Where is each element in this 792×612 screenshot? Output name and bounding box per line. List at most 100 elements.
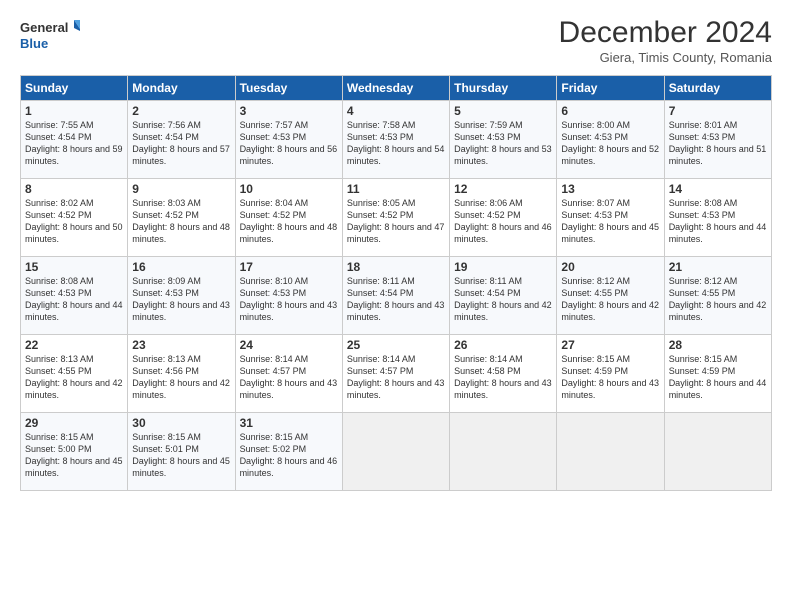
sunrise-label: Sunrise: 8:12 AM [669,276,738,286]
sunrise-label: Sunrise: 8:14 AM [347,354,416,364]
day-info: Sunrise: 8:02 AM Sunset: 4:52 PM Dayligh… [25,197,123,246]
calendar-week-row: 15 Sunrise: 8:08 AM Sunset: 4:53 PM Dayl… [21,257,772,335]
table-row: 11 Sunrise: 8:05 AM Sunset: 4:52 PM Dayl… [342,179,449,257]
day-number: 22 [25,338,123,352]
sunrise-label: Sunrise: 8:07 AM [561,198,630,208]
day-number: 3 [240,104,338,118]
sunrise-label: Sunrise: 7:59 AM [454,120,523,130]
logo-svg: General Blue [20,16,80,54]
day-info: Sunrise: 8:01 AM Sunset: 4:53 PM Dayligh… [669,119,767,168]
table-row: 29 Sunrise: 8:15 AM Sunset: 5:00 PM Dayl… [21,413,128,491]
sunset-label: Sunset: 4:52 PM [132,210,199,220]
sunrise-label: Sunrise: 8:08 AM [669,198,738,208]
day-info: Sunrise: 8:15 AM Sunset: 5:01 PM Dayligh… [132,431,230,480]
day-info: Sunrise: 8:08 AM Sunset: 4:53 PM Dayligh… [25,275,123,324]
day-info: Sunrise: 7:56 AM Sunset: 4:54 PM Dayligh… [132,119,230,168]
table-row: 5 Sunrise: 7:59 AM Sunset: 4:53 PM Dayli… [450,101,557,179]
day-info: Sunrise: 8:12 AM Sunset: 4:55 PM Dayligh… [669,275,767,324]
day-info: Sunrise: 8:15 AM Sunset: 5:02 PM Dayligh… [240,431,338,480]
sunset-label: Sunset: 4:53 PM [669,132,736,142]
table-row: 31 Sunrise: 8:15 AM Sunset: 5:02 PM Dayl… [235,413,342,491]
sunrise-label: Sunrise: 7:56 AM [132,120,201,130]
month-title: December 2024 [559,16,772,50]
page: General Blue December 2024 Giera, Timis … [0,0,792,612]
day-info: Sunrise: 7:55 AM Sunset: 4:54 PM Dayligh… [25,119,123,168]
day-info: Sunrise: 8:08 AM Sunset: 4:53 PM Dayligh… [669,197,767,246]
day-number: 27 [561,338,659,352]
sunset-label: Sunset: 5:02 PM [240,444,307,454]
day-number: 13 [561,182,659,196]
daylight-label: Daylight: 8 hours and 51 minutes. [669,144,767,166]
daylight-label: Daylight: 8 hours and 43 minutes. [240,378,338,400]
sunset-label: Sunset: 5:01 PM [132,444,199,454]
day-info: Sunrise: 8:06 AM Sunset: 4:52 PM Dayligh… [454,197,552,246]
day-info: Sunrise: 8:04 AM Sunset: 4:52 PM Dayligh… [240,197,338,246]
sunset-label: Sunset: 4:55 PM [669,288,736,298]
table-row: 26 Sunrise: 8:14 AM Sunset: 4:58 PM Dayl… [450,335,557,413]
daylight-label: Daylight: 8 hours and 42 minutes. [669,300,767,322]
sunset-label: Sunset: 4:52 PM [454,210,521,220]
table-row: 7 Sunrise: 8:01 AM Sunset: 4:53 PM Dayli… [664,101,771,179]
table-row: 16 Sunrise: 8:09 AM Sunset: 4:53 PM Dayl… [128,257,235,335]
day-info: Sunrise: 7:58 AM Sunset: 4:53 PM Dayligh… [347,119,445,168]
day-info: Sunrise: 8:09 AM Sunset: 4:53 PM Dayligh… [132,275,230,324]
table-row: 19 Sunrise: 8:11 AM Sunset: 4:54 PM Dayl… [450,257,557,335]
day-number: 5 [454,104,552,118]
sunrise-label: Sunrise: 8:06 AM [454,198,523,208]
sunset-label: Sunset: 4:58 PM [454,366,521,376]
table-row: 14 Sunrise: 8:08 AM Sunset: 4:53 PM Dayl… [664,179,771,257]
day-info: Sunrise: 8:00 AM Sunset: 4:53 PM Dayligh… [561,119,659,168]
day-number: 15 [25,260,123,274]
day-number: 17 [240,260,338,274]
day-number: 26 [454,338,552,352]
daylight-label: Daylight: 8 hours and 42 minutes. [25,378,123,400]
col-thursday: Thursday [450,76,557,101]
table-row [450,413,557,491]
table-row: 1 Sunrise: 7:55 AM Sunset: 4:54 PM Dayli… [21,101,128,179]
day-info: Sunrise: 7:59 AM Sunset: 4:53 PM Dayligh… [454,119,552,168]
daylight-label: Daylight: 8 hours and 42 minutes. [454,300,552,322]
day-number: 31 [240,416,338,430]
header: General Blue December 2024 Giera, Timis … [20,16,772,65]
day-number: 6 [561,104,659,118]
table-row: 25 Sunrise: 8:14 AM Sunset: 4:57 PM Dayl… [342,335,449,413]
daylight-label: Daylight: 8 hours and 44 minutes. [669,222,767,244]
day-info: Sunrise: 8:07 AM Sunset: 4:53 PM Dayligh… [561,197,659,246]
table-row: 21 Sunrise: 8:12 AM Sunset: 4:55 PM Dayl… [664,257,771,335]
sunrise-label: Sunrise: 8:00 AM [561,120,630,130]
sunset-label: Sunset: 4:52 PM [25,210,92,220]
daylight-label: Daylight: 8 hours and 50 minutes. [25,222,123,244]
day-number: 30 [132,416,230,430]
sunrise-label: Sunrise: 8:02 AM [25,198,94,208]
sunset-label: Sunset: 4:53 PM [561,132,628,142]
daylight-label: Daylight: 8 hours and 53 minutes. [454,144,552,166]
sunset-label: Sunset: 4:53 PM [561,210,628,220]
daylight-label: Daylight: 8 hours and 47 minutes. [347,222,445,244]
sunset-label: Sunset: 4:52 PM [240,210,307,220]
calendar-header-row: Sunday Monday Tuesday Wednesday Thursday… [21,76,772,101]
daylight-label: Daylight: 8 hours and 45 minutes. [561,222,659,244]
table-row: 27 Sunrise: 8:15 AM Sunset: 4:59 PM Dayl… [557,335,664,413]
location: Giera, Timis County, Romania [559,50,772,65]
sunset-label: Sunset: 4:52 PM [347,210,414,220]
table-row: 15 Sunrise: 8:08 AM Sunset: 4:53 PM Dayl… [21,257,128,335]
day-number: 28 [669,338,767,352]
day-number: 9 [132,182,230,196]
sunrise-label: Sunrise: 8:11 AM [454,276,522,286]
table-row: 4 Sunrise: 7:58 AM Sunset: 4:53 PM Dayli… [342,101,449,179]
day-number: 29 [25,416,123,430]
table-row: 30 Sunrise: 8:15 AM Sunset: 5:01 PM Dayl… [128,413,235,491]
daylight-label: Daylight: 8 hours and 48 minutes. [132,222,230,244]
col-sunday: Sunday [21,76,128,101]
svg-text:General: General [20,20,68,35]
table-row: 28 Sunrise: 8:15 AM Sunset: 4:59 PM Dayl… [664,335,771,413]
day-number: 4 [347,104,445,118]
day-info: Sunrise: 8:15 AM Sunset: 4:59 PM Dayligh… [561,353,659,402]
daylight-label: Daylight: 8 hours and 43 minutes. [454,378,552,400]
day-info: Sunrise: 7:57 AM Sunset: 4:53 PM Dayligh… [240,119,338,168]
sunrise-label: Sunrise: 8:10 AM [240,276,309,286]
daylight-label: Daylight: 8 hours and 59 minutes. [25,144,123,166]
day-info: Sunrise: 8:14 AM Sunset: 4:57 PM Dayligh… [347,353,445,402]
table-row: 18 Sunrise: 8:11 AM Sunset: 4:54 PM Dayl… [342,257,449,335]
sunrise-label: Sunrise: 8:03 AM [132,198,201,208]
